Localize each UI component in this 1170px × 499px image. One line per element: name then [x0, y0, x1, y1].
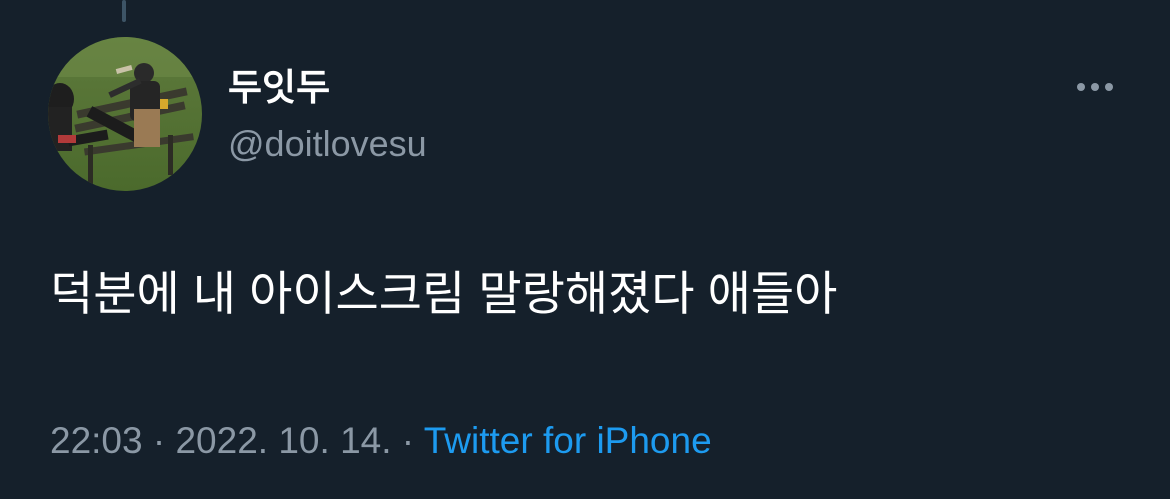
tweet-time[interactable]: 22:03: [50, 420, 143, 461]
user-avatar-photo-icon: [48, 37, 202, 191]
meta-separator: ·: [152, 420, 166, 461]
display-name[interactable]: 두잇두: [228, 66, 330, 110]
tweet-date[interactable]: 2022. 10. 14.: [175, 420, 391, 461]
tweet-text: 덕분에 내 아이스크림 말랑해졌다 애들아: [50, 267, 838, 320]
avatar[interactable]: [48, 37, 202, 191]
more-horizontal-icon-dot: [1091, 83, 1099, 91]
more-horizontal-icon: [1077, 83, 1085, 91]
user-handle[interactable]: @doitlovesu: [228, 122, 427, 166]
meta-separator: ·: [401, 420, 415, 461]
more-options-button[interactable]: [1068, 72, 1122, 102]
tweet-source-link[interactable]: Twitter for iPhone: [424, 420, 712, 461]
thread-connector-line: [122, 0, 126, 22]
tweet-metadata: 22:03 · 2022. 10. 14. · Twitter for iPho…: [50, 419, 712, 463]
more-horizontal-icon-dot: [1105, 83, 1113, 91]
